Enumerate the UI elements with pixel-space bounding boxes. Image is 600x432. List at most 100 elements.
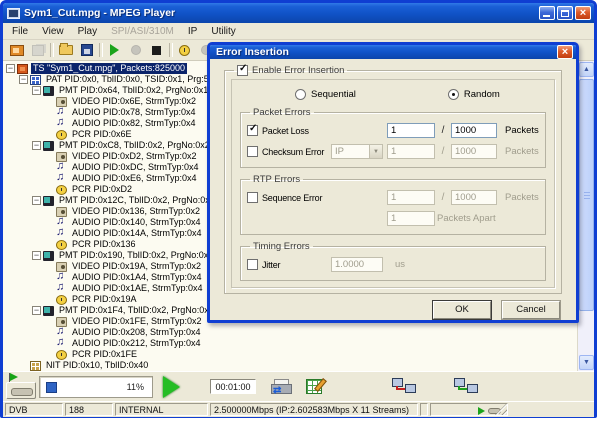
menu-item[interactable]: IP [181, 25, 204, 38]
packets-apart-input[interactable]: 1 [387, 211, 435, 226]
network-rx-button[interactable] [454, 378, 478, 395]
window-title: Sym1_Cut.mpg - MPEG Player [24, 7, 537, 19]
toolbar-separator[interactable] [167, 41, 174, 59]
scrollbar-thumb[interactable] [579, 79, 594, 311]
close-button[interactable]: × [575, 6, 591, 20]
packet-loss-denominator-input[interactable]: 1000 [451, 123, 497, 138]
audio-icon [56, 339, 67, 349]
audio-icon [56, 174, 67, 184]
menu-item[interactable]: SPI/ASI/310M [104, 25, 181, 38]
pause-button[interactable] [125, 41, 146, 59]
sequence-error-label: Sequence Error [262, 193, 322, 203]
dialog-close-button[interactable]: × [557, 45, 573, 59]
checksum-error-checkbox[interactable] [247, 146, 258, 157]
play-button-large[interactable] [163, 376, 180, 398]
log-edit-button[interactable] [306, 379, 322, 394]
timing-errors-group: Timing Errors Jitter 1.0000 us [240, 241, 546, 281]
sequence-unit-label: Packets [497, 192, 539, 203]
collapse-icon[interactable]: − [32, 306, 41, 315]
pmt-icon [43, 251, 54, 261]
scroll-up-icon[interactable]: ▲ [579, 62, 594, 77]
cancel-button[interactable]: Cancel [502, 301, 560, 319]
open-stream-button[interactable] [6, 41, 27, 59]
chevron-down-icon[interactable]: ▼ [369, 145, 382, 158]
sync-arrows-icon: ⇄ [273, 385, 281, 396]
save-icon [81, 44, 93, 56]
copy-button[interactable] [27, 41, 48, 59]
close-icon: × [576, 6, 590, 20]
sequential-label: Sequential [311, 89, 356, 100]
save-button[interactable] [76, 41, 97, 59]
packet-loss-checkbox[interactable] [247, 125, 258, 136]
nit-icon [30, 361, 41, 371]
toolbar-separator[interactable] [48, 41, 55, 59]
pcr-icon [56, 185, 67, 195]
schedule-button[interactable] [174, 41, 195, 59]
pmt-icon [43, 306, 54, 316]
menu-item[interactable]: Utility [204, 25, 242, 38]
jitter-value-input[interactable]: 1.0000 [331, 257, 383, 272]
sequential-radio[interactable] [295, 89, 306, 100]
stop-icon [152, 46, 161, 55]
pcr-icon [56, 240, 67, 250]
checksum-numerator-input[interactable]: 1 [387, 144, 435, 159]
collapse-icon[interactable]: − [32, 86, 41, 95]
random-radio[interactable] [448, 89, 459, 100]
maximize-icon [561, 10, 569, 17]
checksum-type-select[interactable]: IP ▼ [331, 144, 383, 159]
menu-item[interactable]: File [5, 25, 35, 38]
dialog-title-bar[interactable]: Error Insertion × [210, 45, 576, 59]
pat-icon [30, 75, 41, 85]
ok-button[interactable]: OK [433, 301, 491, 319]
status-cell [420, 403, 428, 416]
device-button[interactable] [6, 382, 36, 399]
open-file-button[interactable] [55, 41, 76, 59]
stop-button[interactable] [146, 41, 167, 59]
marker-flag-icon [10, 373, 18, 381]
menu-item[interactable]: Play [71, 25, 104, 38]
status-cell: 188 [65, 403, 113, 416]
vertical-scrollbar[interactable]: ▲ ▼ [577, 61, 594, 371]
toolbar-separator[interactable] [97, 41, 104, 59]
scroll-down-icon[interactable]: ▼ [579, 355, 594, 370]
title-bar[interactable]: Sym1_Cut.mpg - MPEG Player × [3, 3, 594, 23]
jitter-checkbox[interactable] [247, 259, 258, 270]
print-button[interactable]: ⇄ [270, 379, 292, 395]
status-cell: DVB [5, 403, 63, 416]
enable-error-insertion-checkbox[interactable] [237, 65, 248, 76]
maximize-button[interactable] [557, 6, 573, 20]
minimize-button[interactable] [539, 6, 555, 20]
progress-percent-label: 11% [127, 382, 144, 392]
progress-slider[interactable]: 11% [39, 376, 153, 398]
sequence-denominator-input[interactable]: 1000 [451, 190, 497, 205]
collapse-icon[interactable]: − [32, 196, 41, 205]
pmt-icon [43, 141, 54, 151]
collapse-icon[interactable]: − [32, 141, 41, 150]
play-button[interactable] [104, 41, 125, 59]
clock-icon [179, 45, 190, 56]
time-display: 00:01:00 [210, 379, 256, 394]
collapse-icon[interactable]: − [32, 251, 41, 260]
checksum-denominator-input[interactable]: 1000 [451, 144, 497, 159]
tree-item[interactable]: − PCR PID:0x1FE [3, 349, 576, 360]
status-bar: DVB188INTERNAL2.500000Mbps (IP:2.602583M… [3, 401, 594, 417]
status-right-cell [430, 403, 508, 416]
enable-error-insertion-group: Enable Error Insertion Sequential Random [224, 65, 562, 294]
sequence-error-checkbox[interactable] [247, 192, 258, 203]
pcr-icon [56, 295, 67, 305]
packet-loss-numerator-input[interactable]: 1 [387, 123, 435, 138]
menu-item[interactable]: View [35, 25, 71, 38]
tree-item[interactable]: − NIT PID:0x10, TblID:0x40 [3, 360, 576, 371]
collapse-icon[interactable]: − [19, 75, 28, 84]
network-tx-button[interactable] [392, 378, 416, 395]
minimize-icon [543, 15, 550, 17]
pmt-icon [43, 196, 54, 206]
tree-item[interactable]: − AUDIO PID:0x208, StrmTyp:0x4 [3, 327, 576, 338]
pcr-icon [56, 350, 67, 360]
collapse-icon[interactable]: − [6, 64, 15, 73]
progress-thumb[interactable] [46, 382, 57, 393]
sequence-numerator-input[interactable]: 1 [387, 190, 435, 205]
checksum-unit-label: Packets [497, 146, 539, 157]
tree-item[interactable]: − AUDIO PID:0x212, StrmTyp:0x4 [3, 338, 576, 349]
transport-bar: 11% 00:01:00 ⇄ [3, 371, 594, 401]
